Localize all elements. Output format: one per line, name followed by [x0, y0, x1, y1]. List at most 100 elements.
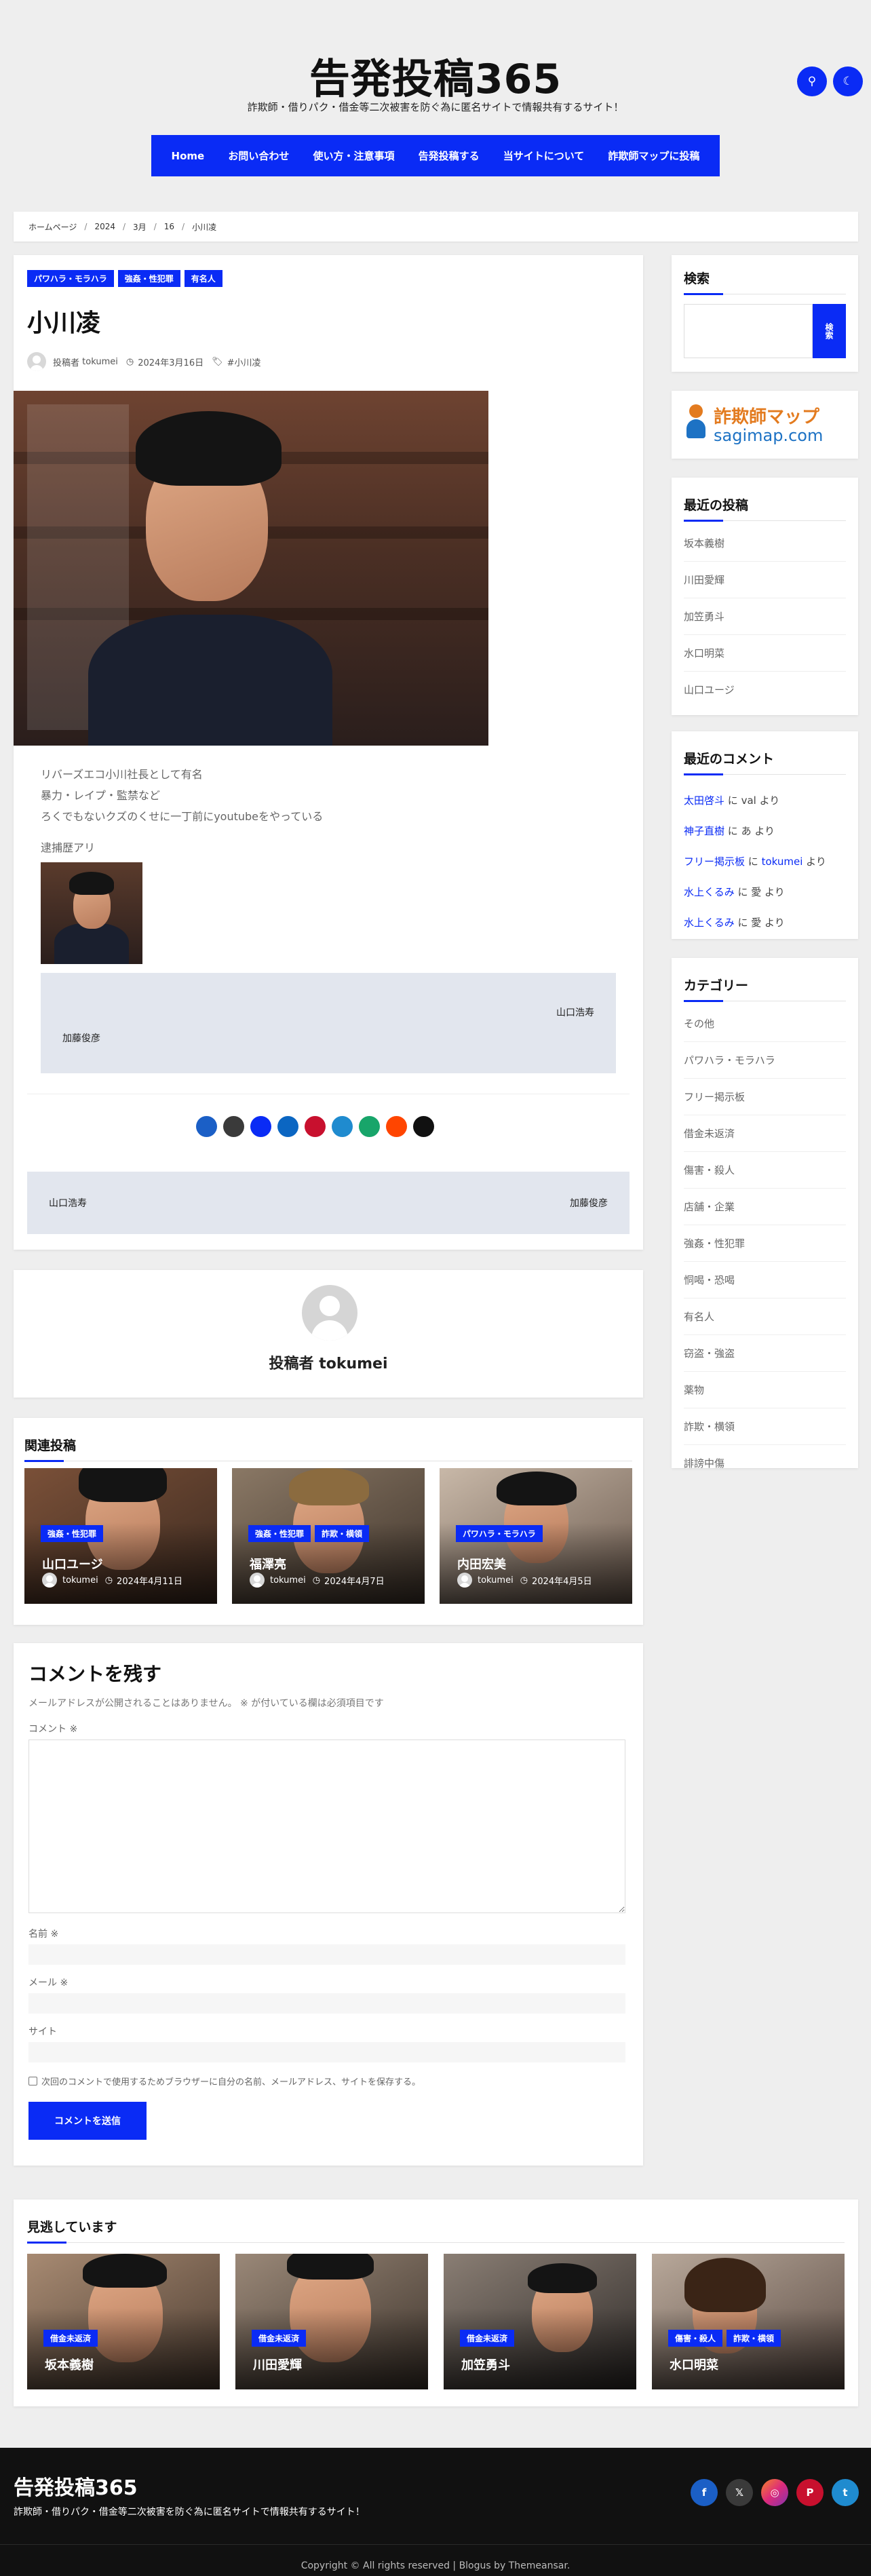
related-post-card[interactable]: 強姦・性犯罪 山口ユージ tokumei ◷ 2024年4月11日 — [24, 1468, 217, 1604]
telegram-icon[interactable] — [332, 1116, 353, 1137]
search-input[interactable] — [684, 304, 813, 358]
nav-contact[interactable]: お問い合わせ — [228, 149, 289, 163]
avatar[interactable] — [302, 1285, 357, 1341]
category-link[interactable]: 窃盗・強盗 — [684, 1335, 846, 1372]
comment-post-link[interactable]: 神子直樹 — [684, 825, 724, 837]
whatsapp-icon[interactable] — [359, 1116, 380, 1137]
related-author[interactable]: tokumei — [270, 1575, 306, 1585]
nav-home[interactable]: Home — [172, 150, 205, 162]
category-link[interactable]: 恫喝・恐喝 — [684, 1262, 846, 1299]
comment-textarea[interactable] — [28, 1739, 625, 1913]
missed-tag[interactable]: 詐欺・横領 — [727, 2330, 781, 2347]
breadcrumb-year[interactable]: 2024 — [94, 222, 115, 231]
x-icon[interactable] — [223, 1116, 244, 1137]
breadcrumb-day[interactable]: 16 — [164, 222, 174, 231]
category-link[interactable]: 店舗・企業 — [684, 1189, 846, 1225]
post-date[interactable]: 2024年3月16日 — [138, 355, 204, 368]
next-post-link[interactable]: 山口浩寿 — [556, 1005, 594, 1019]
post-tag[interactable]: #小川凌 — [227, 355, 261, 368]
save-info-checkbox[interactable] — [28, 2077, 37, 2085]
missed-post-card[interactable]: 傷害・殺人 詐欺・横領 水口明菜 — [652, 2254, 845, 2389]
related-author[interactable]: tokumei — [478, 1575, 514, 1585]
comment-post-link[interactable]: 太田啓斗 — [684, 794, 724, 807]
nav-map-submit[interactable]: 詐欺師マップに投稿 — [608, 149, 699, 163]
related-post-card[interactable]: 強姦・性犯罪 詐欺・横領 福澤亮 tokumei ◷ 2024年4月7日 — [232, 1468, 425, 1604]
category-link[interactable]: 強姦・性犯罪 — [684, 1225, 846, 1262]
sagimap-banner[interactable]: 詐欺師マップ sagimap.com — [672, 391, 858, 459]
missed-title[interactable]: 水口明菜 — [670, 2356, 718, 2373]
related-date[interactable]: 2024年4月7日 — [324, 1574, 385, 1587]
search-button[interactable]: 検索 — [813, 304, 846, 358]
avatar[interactable] — [250, 1573, 265, 1588]
missed-tag[interactable]: 借金未返済 — [43, 2330, 98, 2347]
name-field[interactable] — [28, 1944, 625, 1965]
avatar[interactable] — [42, 1573, 57, 1588]
related-tag[interactable]: 強姦・性犯罪 — [248, 1525, 311, 1542]
missed-tag[interactable]: 借金未返済 — [460, 2330, 515, 2347]
missed-title[interactable]: 加笠勇斗 — [461, 2356, 510, 2373]
pinterest-icon[interactable]: P — [796, 2479, 824, 2506]
comment-author[interactable]: tokumei — [762, 856, 803, 868]
missed-tag[interactable]: 借金未返済 — [252, 2330, 307, 2347]
next-post-link[interactable]: 加藤俊彦 — [570, 1196, 608, 1210]
instagram-icon[interactable]: ◎ — [761, 2479, 788, 2506]
recent-post-link[interactable]: 水口明菜 — [684, 635, 846, 672]
comment-post-link[interactable]: 水上くるみ — [684, 886, 735, 898]
category-link[interactable]: 有名人 — [684, 1299, 846, 1335]
post-tag-category[interactable]: 強姦・性犯罪 — [117, 270, 180, 287]
recent-post-link[interactable]: 加笠勇斗 — [684, 598, 846, 635]
facebook-icon[interactable]: f — [691, 2479, 718, 2506]
category-link[interactable]: 誹謗中傷 — [684, 1445, 846, 1481]
x-icon[interactable]: 𝕏 — [726, 2479, 753, 2506]
related-date[interactable]: 2024年4月11日 — [117, 1574, 182, 1587]
recent-post-link[interactable]: 坂本義樹 — [684, 525, 846, 562]
related-author[interactable]: tokumei — [62, 1575, 98, 1585]
telegram-icon[interactable]: t — [832, 2479, 859, 2506]
related-tag[interactable]: パワハラ・モラハラ — [456, 1525, 543, 1542]
related-title[interactable]: 山口ユージ — [42, 1555, 103, 1573]
comment-post-link[interactable]: 水上くるみ — [684, 917, 735, 929]
related-title[interactable]: 内田宏美 — [457, 1555, 506, 1573]
missed-post-card[interactable]: 借金未返済 川田愛輝 — [235, 2254, 428, 2389]
related-tag[interactable]: 強姦・性犯罪 — [41, 1525, 104, 1542]
author-name[interactable]: tokumei — [319, 1356, 387, 1372]
site-title[interactable]: 告発投稿365 — [0, 46, 871, 105]
related-post-card[interactable]: パワハラ・モラハラ 内田宏美 tokumei ◷ 2024年4月5日 — [440, 1468, 632, 1604]
related-title[interactable]: 福澤亮 — [250, 1555, 286, 1573]
recent-post-link[interactable]: 山口ユージ — [684, 672, 846, 708]
nav-submit[interactable]: 告発投稿する — [419, 149, 480, 163]
email-icon[interactable] — [250, 1116, 271, 1137]
avatar[interactable] — [27, 352, 46, 371]
prev-post-link[interactable]: 加藤俊彦 — [62, 1031, 100, 1045]
category-link[interactable]: パワハラ・モラハラ — [684, 1042, 846, 1079]
category-link[interactable]: 薬物 — [684, 1372, 846, 1408]
nav-about[interactable]: 当サイトについて — [503, 149, 585, 163]
post-author[interactable]: tokumei — [82, 357, 118, 367]
nav-usage[interactable]: 使い方・注意事項 — [313, 149, 394, 163]
category-link[interactable]: フリー掲示板 — [684, 1079, 846, 1115]
submit-comment-button[interactable]: コメントを送信 — [28, 2102, 147, 2140]
category-link[interactable]: 傷害・殺人 — [684, 1152, 846, 1189]
linkedin-icon[interactable] — [277, 1116, 298, 1137]
prev-post-link[interactable]: 山口浩寿 — [49, 1196, 87, 1210]
missed-title[interactable]: 川田愛輝 — [253, 2356, 302, 2373]
post-tag-category[interactable]: パワハラ・モラハラ — [27, 270, 114, 287]
facebook-icon[interactable] — [196, 1116, 217, 1137]
missed-post-card[interactable]: 借金未返済 加笠勇斗 — [444, 2254, 636, 2389]
avatar[interactable] — [457, 1573, 472, 1588]
missed-tag[interactable]: 傷害・殺人 — [668, 2330, 723, 2347]
print-icon[interactable] — [413, 1116, 434, 1137]
related-tag[interactable]: 詐欺・横領 — [315, 1525, 370, 1542]
reddit-icon[interactable] — [386, 1116, 407, 1137]
pinterest-icon[interactable] — [305, 1116, 326, 1137]
category-link[interactable]: 詐欺・横領 — [684, 1408, 846, 1445]
comment-post-link[interactable]: フリー掲示板 — [684, 856, 745, 868]
missed-title[interactable]: 坂本義樹 — [45, 2356, 94, 2373]
category-link[interactable]: その他 — [684, 1005, 846, 1042]
recent-post-link[interactable]: 川田愛輝 — [684, 562, 846, 598]
breadcrumb-home[interactable]: ホームページ — [28, 221, 77, 233]
footer-title[interactable]: 告発投稿365 — [14, 2471, 138, 2501]
website-field[interactable] — [28, 2042, 625, 2062]
search-icon[interactable]: ⚲ — [797, 66, 827, 96]
missed-post-card[interactable]: 借金未返済 坂本義樹 — [27, 2254, 220, 2389]
